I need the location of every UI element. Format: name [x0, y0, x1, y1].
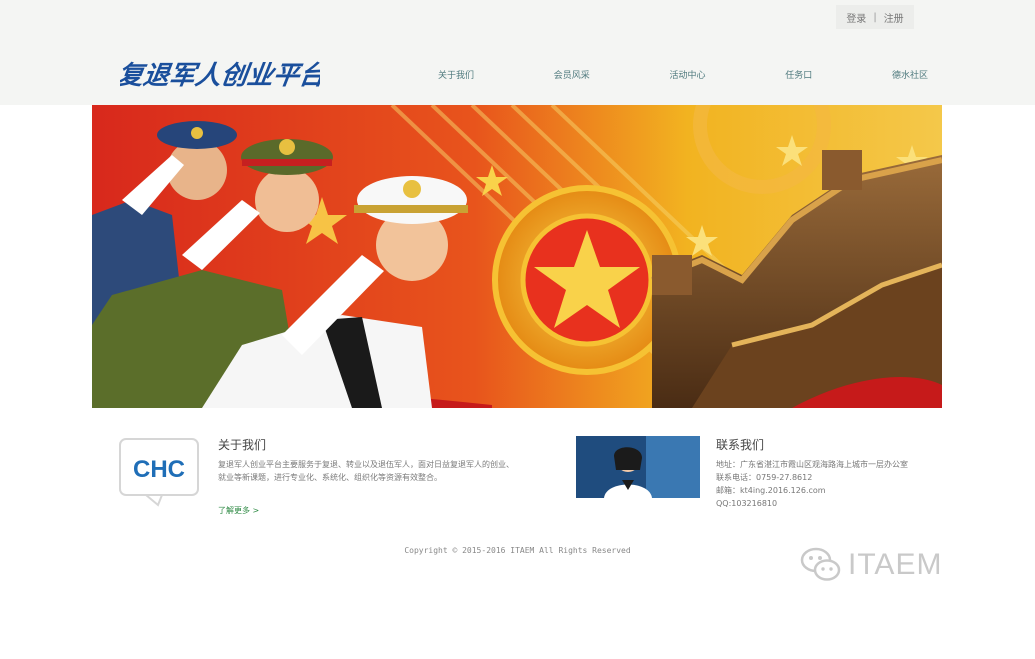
contact-info: 地址：广东省湛江市霞山区观海路海上城市一层办公室 联系电话：0759-27.86… — [716, 458, 926, 510]
contact-photo — [576, 436, 700, 498]
top-links: 登录 | 注册 — [836, 5, 914, 29]
login-link[interactable]: 登录 — [844, 10, 868, 25]
wechat-watermark: ITAEM — [800, 542, 1000, 588]
nav-item-events[interactable]: 活动中心 — [669, 68, 705, 81]
chc-logo-text: CHC — [133, 456, 185, 483]
site-logo[interactable]: 复退军人创业平台 — [115, 42, 329, 98]
about-text: 复退军人创业平台主要服务于复退、转业以及退伍军人，面对日益复退军人的创业、就业等… — [218, 460, 514, 482]
nav-item-tasks[interactable]: 任务口 — [785, 68, 812, 81]
register-link[interactable]: 注册 — [882, 10, 906, 25]
nav-item-about[interactable]: 关于我们 — [438, 68, 474, 81]
top-links-separator: | — [873, 11, 877, 23]
nav-item-members[interactable]: 会员风采 — [554, 68, 590, 81]
watermark-text: ITAEM — [848, 548, 943, 581]
contact-address: 地址：广东省湛江市霞山区观海路海上城市一层办公室 — [716, 460, 908, 469]
chc-logo-icon: CHC — [118, 437, 202, 507]
wechat-icon — [800, 547, 841, 581]
site-logo-text: 复退军人创业平台 — [120, 60, 320, 91]
contact-phone: 联系电话：0759-27.8612 — [716, 473, 813, 482]
main-nav: 关于我们 会员风采 活动中心 任务口 德水社区 — [438, 62, 928, 86]
about-title: 关于我们 — [218, 438, 267, 452]
hero-banner — [92, 105, 942, 408]
nav-item-community[interactable]: 德水社区 — [892, 68, 928, 81]
contact-email: 邮箱：kt4ing.2016.126.com — [716, 486, 826, 495]
contact-qq: QQ:103216810 — [716, 499, 778, 508]
about-more-link[interactable]: 了解更多 > — [218, 505, 259, 516]
contact-title: 联系我们 — [716, 438, 765, 452]
